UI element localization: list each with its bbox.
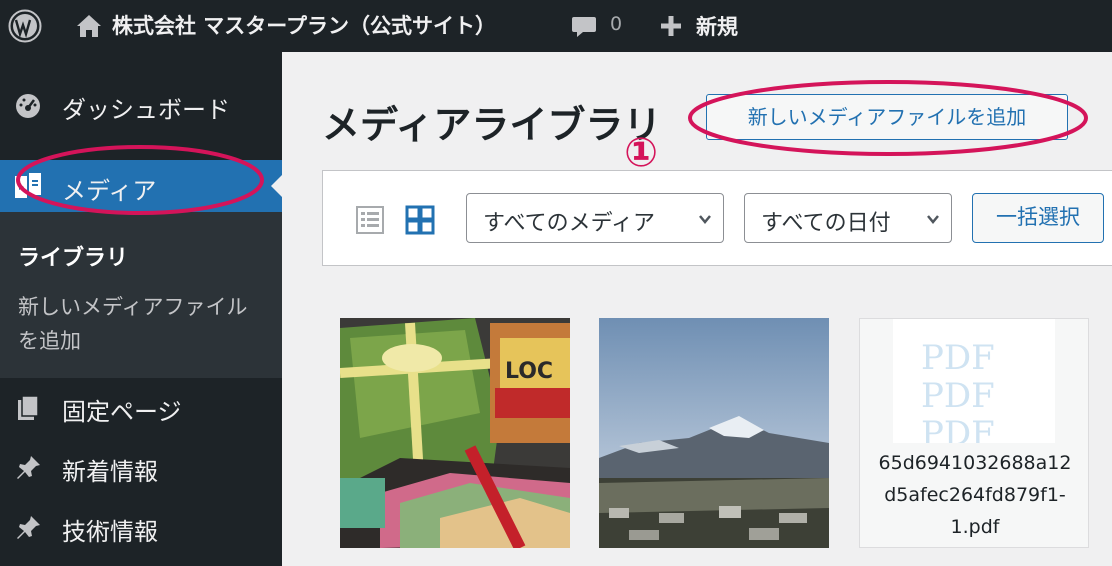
chevron-down-icon xyxy=(927,215,939,224)
menu-label: メディア xyxy=(62,177,157,205)
new-content-link[interactable]: 新規 xyxy=(696,11,738,41)
svg-text:LOC: LOC xyxy=(505,359,553,384)
gift-boxes-photo: LOC xyxy=(340,318,570,548)
svg-text:PDF: PDF xyxy=(921,414,995,443)
menu-item-news[interactable]: 新着情報 xyxy=(0,442,282,492)
menu-item-pages[interactable]: 固定ページ xyxy=(0,382,282,432)
menu-item-media[interactable]: メディア xyxy=(0,160,282,212)
comment-count[interactable]: 0 xyxy=(610,13,622,35)
page-title: メディアライブラリ xyxy=(322,103,662,147)
menu-label: 新着情報 xyxy=(62,458,158,486)
media-item-gift-image[interactable]: LOC xyxy=(340,318,570,548)
pdf-filename: 65d6941032688a12 d5afec264fd879f1- 1.pdf xyxy=(860,447,1088,543)
pdf-document-icon: PDF PDF PDF xyxy=(893,319,1055,443)
media-submenu: ライブラリ 新しいメディアファイルを追加 xyxy=(0,212,282,378)
comment-icon[interactable] xyxy=(571,15,597,39)
date-filter-select[interactable]: すべての日付 xyxy=(744,193,952,243)
pin-icon xyxy=(17,456,40,479)
media-item-pdf-document[interactable]: PDF PDF PDF 65d6941032688a12 d5afec264fd… xyxy=(859,318,1089,548)
add-new-media-button[interactable]: 新しいメディアファイルを追加 xyxy=(706,94,1068,140)
pin-icon xyxy=(17,516,40,539)
mountain-landscape-photo xyxy=(599,318,829,548)
dashboard-gauge-icon xyxy=(16,94,40,118)
menu-label: 技術情報 xyxy=(62,518,158,546)
submenu-item-library[interactable]: ライブラリ xyxy=(18,240,128,272)
select-value: すべてのメディア xyxy=(483,211,656,236)
site-name-link[interactable]: 株式会社 マスタープラン（公式サイト） xyxy=(112,10,496,40)
filename-line: d5afec264fd879f1- xyxy=(884,484,1066,506)
home-icon[interactable] xyxy=(76,13,102,39)
chevron-down-icon xyxy=(699,215,711,224)
bulk-select-button[interactable]: 一括選択 xyxy=(972,193,1104,243)
media-item-mountain-image[interactable] xyxy=(599,318,829,548)
select-value: すべての日付 xyxy=(761,211,891,236)
pages-icon xyxy=(18,395,39,420)
list-view-icon[interactable] xyxy=(355,205,385,235)
menu-item-tech[interactable]: 技術情報 xyxy=(0,502,282,552)
filename-line: 65d6941032688a12 xyxy=(878,452,1072,474)
plus-icon[interactable] xyxy=(660,15,682,37)
pdf-file-icon: PDF PDF PDF xyxy=(921,338,995,443)
grid-view-icon[interactable] xyxy=(405,205,435,235)
media-icon xyxy=(15,173,41,198)
wordpress-logo-icon[interactable] xyxy=(8,9,42,43)
menu-item-dashboard[interactable]: ダッシュボード xyxy=(0,80,282,130)
current-menu-arrow xyxy=(271,175,282,197)
admin-bar: 株式会社 マスタープラン（公式サイト） 0 新規 xyxy=(0,0,1112,52)
svg-text:PDF: PDF xyxy=(921,338,995,378)
filename-line: 1.pdf xyxy=(950,516,1000,538)
media-toolbar: すべてのメディア すべての日付 一括選択 xyxy=(322,170,1112,266)
menu-label: 固定ページ xyxy=(62,398,182,426)
annotation-step-number: ① xyxy=(624,130,658,176)
submenu-item-add-new[interactable]: 新しいメディアファイルを追加 xyxy=(18,290,268,358)
svg-text:PDF: PDF xyxy=(921,376,995,416)
media-type-filter-select[interactable]: すべてのメディア xyxy=(466,193,724,243)
admin-sidebar: ダッシュボード メディア ライブラリ 新しいメディアファイルを追加 固定ページ … xyxy=(0,52,282,566)
menu-label: ダッシュボード xyxy=(62,96,230,124)
